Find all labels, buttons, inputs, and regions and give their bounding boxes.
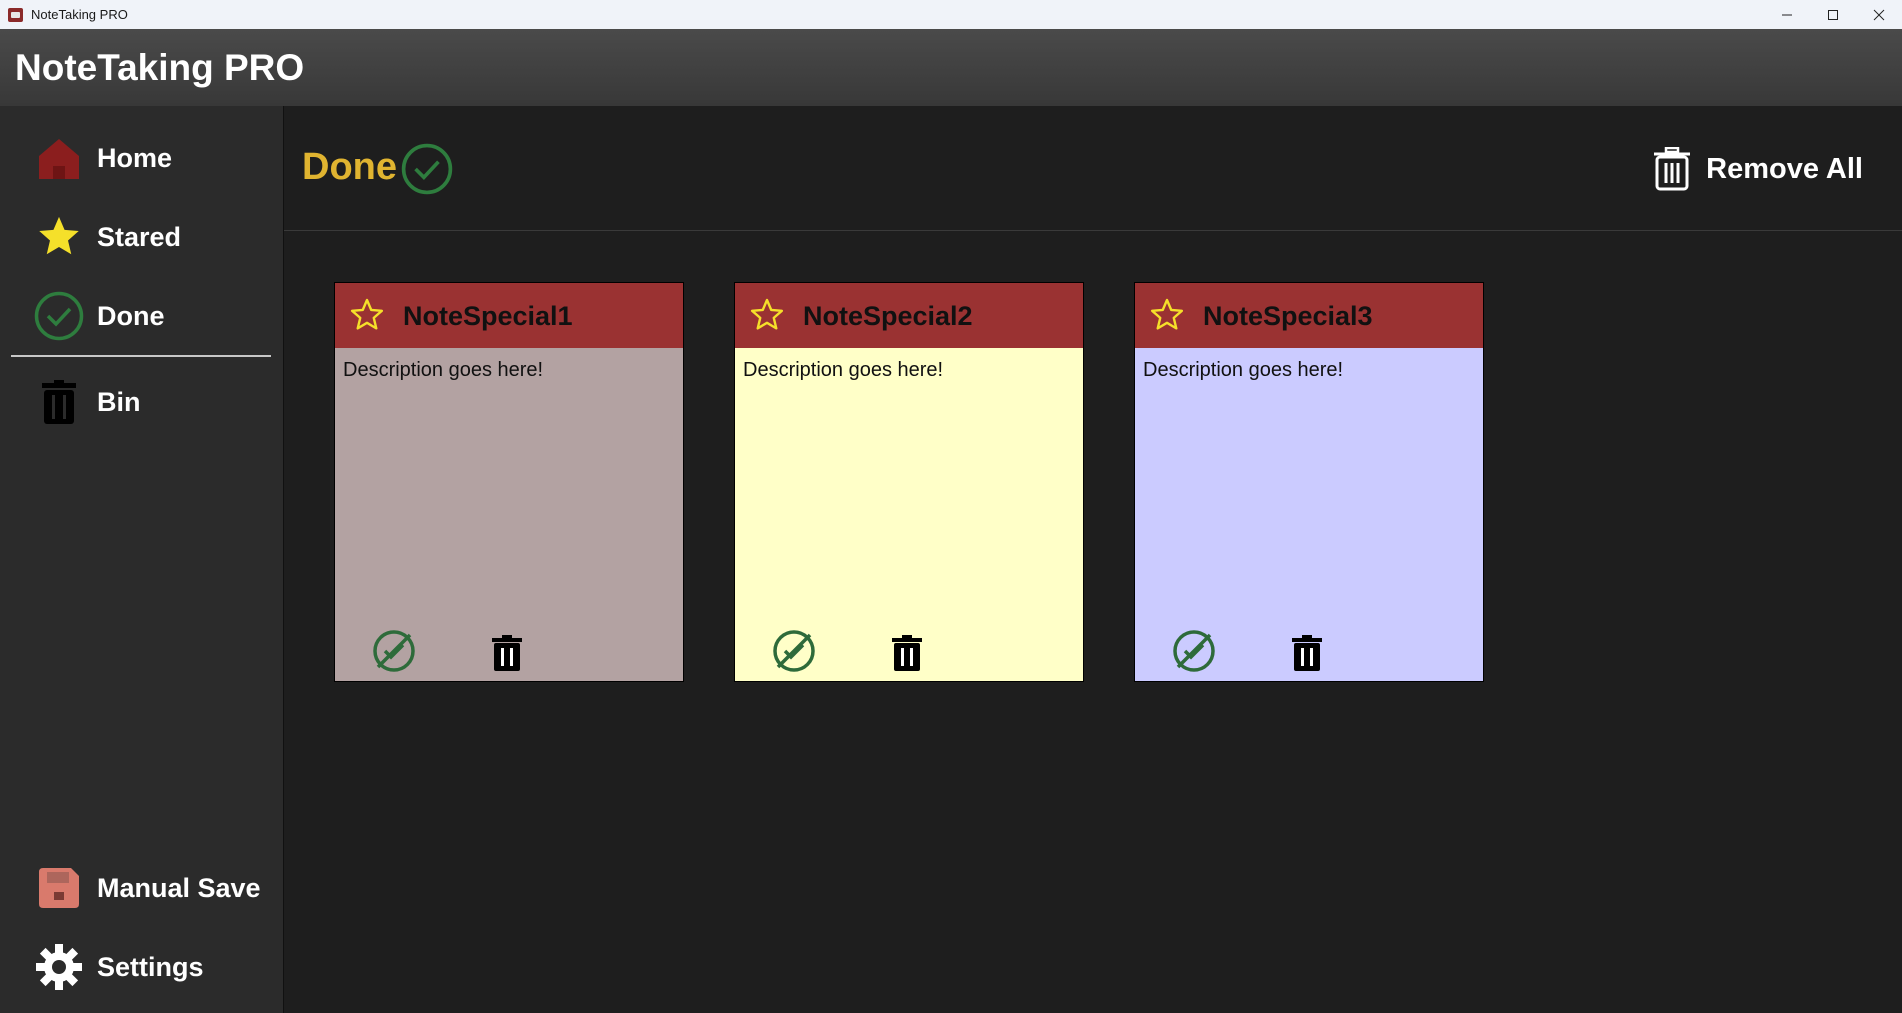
window-titlebar: NoteTaking PRO [0,0,1902,29]
note-header: NoteSpecial3 [1135,283,1483,348]
sidebar-item-label: Home [97,142,173,173]
star-icon [34,212,84,262]
trash-icon [34,377,84,427]
sidebar-item-label: Settings [97,951,204,982]
trash-outline-icon [1654,147,1691,191]
star-outline-icon[interactable] [349,297,385,333]
note-title: NoteSpecial2 [803,301,973,331]
sidebar: Home Stared Done Bin Manual Save Setting… [0,106,283,1013]
gear-icon [34,942,84,992]
note-card[interactable]: NoteSpecial3 Description goes here! [1134,282,1484,682]
trash-icon[interactable] [492,635,522,671]
remove-all-button[interactable]: Remove All [1652,144,1863,194]
page-title: Done [302,146,397,188]
star-outline-icon[interactable] [1149,297,1185,333]
close-icon [1873,9,1885,20]
close-button[interactable] [1856,0,1902,29]
sidebar-item-stared[interactable]: Stared [0,205,283,269]
sidebar-item-home[interactable]: Home [0,126,283,190]
window-title: NoteTaking PRO [31,7,128,22]
check-circle-icon [34,291,84,341]
undo-done-icon[interactable] [372,629,416,673]
sidebar-item-manual-save[interactable]: Manual Save [0,856,283,920]
note-card[interactable]: NoteSpecial2 Description goes here! [734,282,1084,682]
note-header: NoteSpecial1 [335,283,683,348]
undo-done-icon[interactable] [772,629,816,673]
trash-icon[interactable] [892,635,922,671]
main-header: Done Remove All [284,106,1902,231]
sidebar-divider [11,355,271,357]
maximize-button[interactable] [1810,0,1856,29]
note-description: Description goes here! [743,359,944,381]
sidebar-item-label: Done [97,300,165,331]
minimize-button[interactable] [1764,0,1810,29]
undo-done-icon[interactable] [1172,629,1216,673]
star-outline-icon[interactable] [749,297,785,333]
home-icon [34,133,84,183]
remove-all-label: Remove All [1706,152,1863,185]
sidebar-item-settings[interactable]: Settings [0,935,283,999]
window-controls [1764,0,1902,29]
sidebar-item-label: Bin [97,386,141,417]
note-card[interactable]: NoteSpecial1 Description goes here! [334,282,684,682]
main-content: Done Remove All NoteSpecial1 Description… [283,106,1902,1013]
maximize-icon [1828,9,1838,20]
note-title: NoteSpecial3 [1203,301,1373,331]
app-logo-icon [8,7,23,22]
note-title: NoteSpecial1 [403,301,573,331]
app-header: NoteTaking PRO [0,29,1902,106]
sidebar-item-label: Manual Save [97,872,261,903]
check-circle-icon [401,143,453,195]
note-header: NoteSpecial2 [735,283,1083,348]
sidebar-item-bin[interactable]: Bin [0,370,283,434]
trash-icon[interactable] [1292,635,1322,671]
note-description: Description goes here! [343,359,544,381]
sidebar-item-done[interactable]: Done [0,284,283,348]
save-icon [34,863,84,913]
sidebar-item-label: Stared [97,221,182,252]
app-title: NoteTaking PRO [15,47,305,88]
minimize-icon [1782,14,1792,15]
note-description: Description goes here! [1143,359,1344,381]
